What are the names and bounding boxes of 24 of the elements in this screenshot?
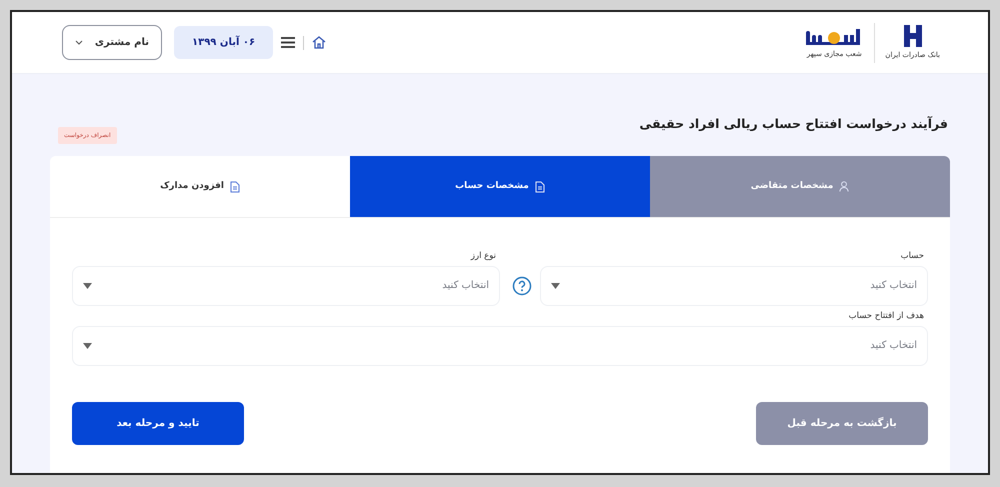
next-button[interactable]: تایید و مرحله بعد (72, 402, 244, 444)
document-icon (534, 180, 545, 192)
user-icon (839, 181, 850, 192)
document-icon (230, 180, 240, 192)
date-chip: ۰۶ آبان ۱۳۹۹ (174, 26, 274, 59)
back-button[interactable]: بازگشت به مرحله قبل (756, 402, 928, 444)
bank-logo-icon (902, 24, 924, 48)
field-label: هدف از افتتاح حساب (848, 310, 925, 322)
step-tab[interactable]: مشخصات متقاضی (650, 156, 950, 218)
caret-icon (551, 282, 560, 289)
menu-icon[interactable] (281, 36, 296, 49)
help-icon[interactable] (512, 276, 532, 296)
chevron-icon (75, 40, 83, 45)
caret-icon (83, 342, 92, 348)
home-icon[interactable] (312, 36, 326, 49)
field-label: نوع ارز (470, 250, 497, 263)
select-field[interactable]: انتخاب کنید (72, 326, 928, 366)
page-title: فرآیند درخواست افتتاح حساب ریالی افراد حقیقی (639, 114, 948, 133)
step-tab[interactable]: مشخصات حساب (350, 156, 650, 218)
customer-dropdown[interactable]: نام مشتری (62, 25, 162, 60)
caret-icon (83, 282, 92, 289)
field-label: حساب (900, 250, 925, 263)
select-field[interactable]: انتخاب کنید (72, 266, 500, 306)
select-field[interactable]: انتخاب کنید (540, 266, 928, 306)
